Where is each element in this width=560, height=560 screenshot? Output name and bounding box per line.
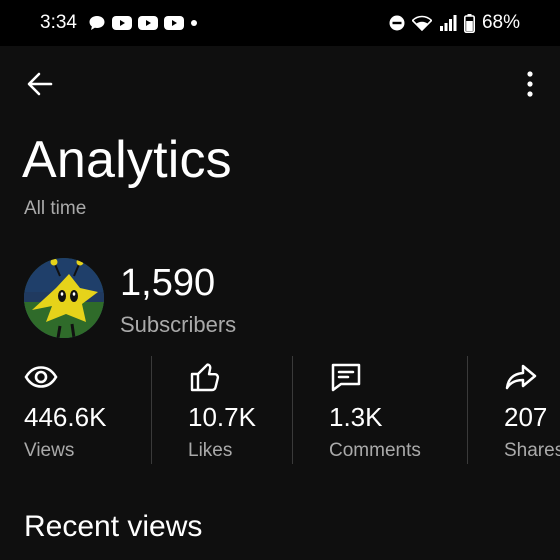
stat-value: 1.3K xyxy=(329,402,383,432)
youtube-icon xyxy=(164,16,184,30)
recent-views-heading: Recent views xyxy=(24,510,203,543)
avatar-image xyxy=(24,258,104,338)
status-bar: 3:34 68% xyxy=(0,0,560,46)
subscriber-label: Subscribers xyxy=(120,312,237,337)
more-vertical-icon xyxy=(527,71,533,97)
battery-percentage: 68% xyxy=(481,12,520,33)
status-indicators: 68% xyxy=(389,12,520,34)
youtube-icon xyxy=(112,16,132,30)
notification-icons xyxy=(88,14,198,32)
do-not-disturb-icon xyxy=(389,15,405,31)
stat-divider xyxy=(151,356,152,464)
channel-avatar[interactable] xyxy=(24,258,104,338)
thumbs-up-icon xyxy=(190,363,220,392)
wifi-icon xyxy=(411,15,432,31)
battery-icon xyxy=(463,13,475,33)
time-range-label: All time xyxy=(24,198,87,219)
app-bar xyxy=(0,46,560,118)
page-title: Analytics xyxy=(22,131,232,189)
stats-row: 446.6K Views 10.7K Likes 1.3K Comments 2… xyxy=(0,356,560,466)
stat-label: Comments xyxy=(329,440,421,461)
stat-label: Shares xyxy=(504,440,560,461)
stat-value: 10.7K xyxy=(188,402,256,432)
stat-divider xyxy=(292,356,293,464)
stat-label: Views xyxy=(24,440,75,461)
status-time: 3:34 xyxy=(40,12,77,33)
subscriber-count: 1,590 xyxy=(120,262,216,304)
eye-icon xyxy=(24,366,58,388)
more-options-button[interactable] xyxy=(514,62,546,106)
chat-bubble-icon xyxy=(89,16,105,30)
stat-divider xyxy=(467,356,468,464)
back-button[interactable] xyxy=(18,62,62,106)
stat-value: 446.6K xyxy=(24,402,107,432)
youtube-icon xyxy=(138,16,158,30)
arrow-back-icon xyxy=(27,72,53,96)
stat-value: 207 xyxy=(504,402,548,432)
share-icon xyxy=(505,364,537,390)
dot-icon xyxy=(191,20,197,26)
stat-label: Likes xyxy=(188,440,233,461)
comment-icon xyxy=(331,363,361,392)
signal-icon xyxy=(439,15,457,31)
